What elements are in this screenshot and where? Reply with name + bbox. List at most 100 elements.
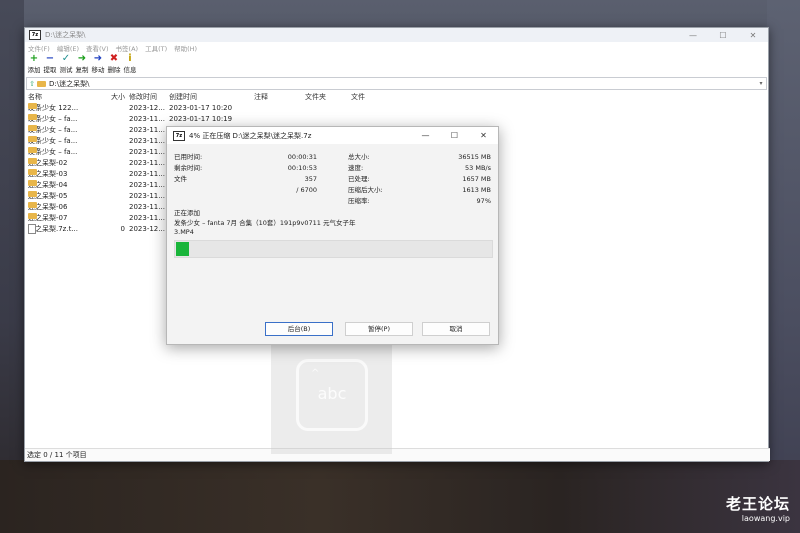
- dialog-minimize-button[interactable]: —: [411, 131, 440, 140]
- folder-icon: [28, 180, 37, 186]
- cancel-button[interactable]: 取消: [422, 322, 490, 336]
- column-size[interactable]: 大小: [110, 92, 125, 103]
- address-bar[interactable]: ⇧ D:\迷之呆梨\ ▾: [26, 77, 767, 90]
- watermark-title: 老王论坛: [725, 495, 790, 513]
- progress-bar: [174, 240, 493, 258]
- row-name-cell: 发条少女 122...: [28, 103, 78, 114]
- close-button[interactable]: ✕: [738, 31, 768, 40]
- row-name-cell: 迷之呆梨.7z.t...: [28, 224, 78, 235]
- minimize-button[interactable]: —: [678, 31, 708, 40]
- elapsed-value: 00:00:31: [287, 153, 317, 161]
- folder-icon: [28, 114, 37, 120]
- column-files[interactable]: 文件: [351, 92, 365, 103]
- dialog-title: 4% 正在压缩 D:\迷之呆梨\迷之呆梨.7z: [189, 131, 312, 140]
- ime-mode-text: abc: [317, 384, 347, 403]
- row-created: 2023-01-17 10:20: [169, 104, 233, 112]
- extract-button[interactable]: − 提取: [42, 53, 58, 74]
- menu-edit[interactable]: 编辑(E): [57, 43, 79, 53]
- maximize-button[interactable]: ☐: [708, 31, 738, 40]
- add-button-label: 添加: [27, 66, 41, 74]
- row-size: 0: [120, 225, 125, 233]
- adding-label: 正在添加: [174, 209, 200, 217]
- row-name-cell: 迷之呆梨-07: [28, 213, 67, 224]
- extract-icon: −: [45, 53, 55, 64]
- copy-icon: ➜: [77, 53, 87, 64]
- row-name-cell: 发条少女 – fa...: [28, 147, 77, 158]
- current-file-name: 发条少女 – fanta 7月 合集（10套）191p9v0711 元气女子年 …: [174, 219, 356, 236]
- folder-icon: [28, 213, 37, 219]
- menu-tools[interactable]: 工具(T): [145, 43, 167, 53]
- column-folders[interactable]: 文件夹: [305, 92, 326, 103]
- keyboard-key-icon: ^ abc: [296, 359, 368, 431]
- dialog-title-bar: 7z 4% 正在压缩 D:\迷之呆梨\迷之呆梨.7z — ☐ ✕: [167, 127, 498, 144]
- row-name-cell: 迷之呆梨-02: [28, 158, 67, 169]
- window-title: D:\迷之呆梨\: [45, 31, 86, 39]
- delete-icon: ✖: [109, 53, 119, 64]
- column-name[interactable]: 名称: [28, 92, 42, 103]
- 7zip-app-icon: 7z: [29, 30, 41, 40]
- title-bar: 7z D:\迷之呆梨\ — ☐ ✕: [25, 28, 768, 42]
- menu-file[interactable]: 文件(F): [28, 43, 50, 53]
- status-bar: 选定 0 / 11 个项目: [25, 448, 770, 461]
- row-modified: 2023-11...: [129, 192, 165, 200]
- total-files-value: / 6700: [296, 186, 317, 194]
- menu-bar: 文件(F) 编辑(E) 查看(V) 书签(A) 工具(T) 帮助(H): [25, 42, 768, 53]
- elapsed-label: 已用时间:: [174, 153, 203, 161]
- address-path[interactable]: D:\迷之呆梨\: [49, 79, 89, 89]
- progress-bar-fill: [176, 242, 189, 256]
- chevron-down-icon[interactable]: ▾: [756, 80, 766, 87]
- info-button-label: 信息: [123, 66, 137, 74]
- column-comment[interactable]: 注释: [254, 92, 268, 103]
- test-button[interactable]: ✓ 测试: [58, 53, 74, 74]
- test-button-label: 测试: [59, 66, 73, 74]
- total-size-label: 总大小:: [348, 153, 370, 161]
- move-button[interactable]: ➜ 移动: [90, 53, 106, 74]
- info-icon: i: [128, 53, 132, 64]
- 7zip-app-icon: 7z: [173, 130, 185, 141]
- row-name-cell: 迷之呆梨-03: [28, 169, 67, 180]
- copy-button[interactable]: ➜ 复制: [74, 53, 90, 74]
- file-icon: [28, 224, 36, 234]
- column-modified[interactable]: 修改时间: [129, 92, 157, 103]
- processed-value: 1657 MB: [462, 175, 491, 183]
- desktop-background-bottom: [0, 460, 800, 533]
- files-value: 357: [304, 175, 317, 183]
- speed-label: 速度:: [348, 164, 364, 172]
- background-button[interactable]: 后台(B): [265, 322, 333, 336]
- watermark: 老王论坛 laowang.vip: [726, 493, 790, 523]
- menu-bookmarks[interactable]: 书签(A): [116, 43, 139, 53]
- folder-icon: [28, 103, 37, 109]
- folder-icon: [28, 158, 37, 164]
- file-list-header: 名称 大小 修改时间 创建时间 注释 文件夹 文件: [25, 92, 768, 103]
- table-row[interactable]: 发条少女 – fa... 2023-11... 2023-01-17 10:19: [25, 114, 768, 125]
- compressed-size-value: 1613 MB: [462, 186, 491, 194]
- row-name-cell: 迷之呆梨-04: [28, 180, 67, 191]
- dialog-maximize-button[interactable]: ☐: [440, 131, 469, 140]
- row-modified: 2023-11...: [129, 126, 165, 134]
- table-row[interactable]: 发条少女 122... 2023-12... 2023-01-17 10:20: [25, 103, 768, 114]
- folder-icon: [37, 80, 46, 87]
- total-size-value: 36515 MB: [458, 153, 491, 161]
- column-created[interactable]: 创建时间: [169, 92, 197, 103]
- info-button[interactable]: i 信息: [122, 53, 138, 74]
- add-button[interactable]: + 添加: [26, 53, 42, 74]
- compressed-size-label: 压缩后大小:: [348, 186, 383, 194]
- files-label: 文件: [174, 175, 187, 183]
- caret-icon: ^: [311, 368, 320, 379]
- row-modified: 2023-12...: [129, 104, 165, 112]
- delete-button-label: 删除: [107, 66, 121, 74]
- up-folder-icon[interactable]: ⇧: [27, 80, 37, 88]
- menu-view[interactable]: 查看(V): [86, 43, 109, 53]
- remaining-label: 剩余时间:: [174, 164, 203, 172]
- delete-button[interactable]: ✖ 删除: [106, 53, 122, 74]
- row-name-cell: 发条少女 – fa...: [28, 114, 77, 125]
- folder-icon: [28, 191, 37, 197]
- dialog-close-button[interactable]: ✕: [469, 131, 498, 140]
- row-modified: 2023-11...: [129, 214, 165, 222]
- row-name-cell: 发条少女 – fa...: [28, 125, 77, 136]
- row-modified: 2023-11...: [129, 115, 165, 123]
- ime-indicator: ^ abc: [271, 334, 392, 454]
- add-icon: +: [29, 53, 39, 64]
- pause-button[interactable]: 暂停(P): [345, 322, 413, 336]
- menu-help[interactable]: 帮助(H): [174, 43, 197, 53]
